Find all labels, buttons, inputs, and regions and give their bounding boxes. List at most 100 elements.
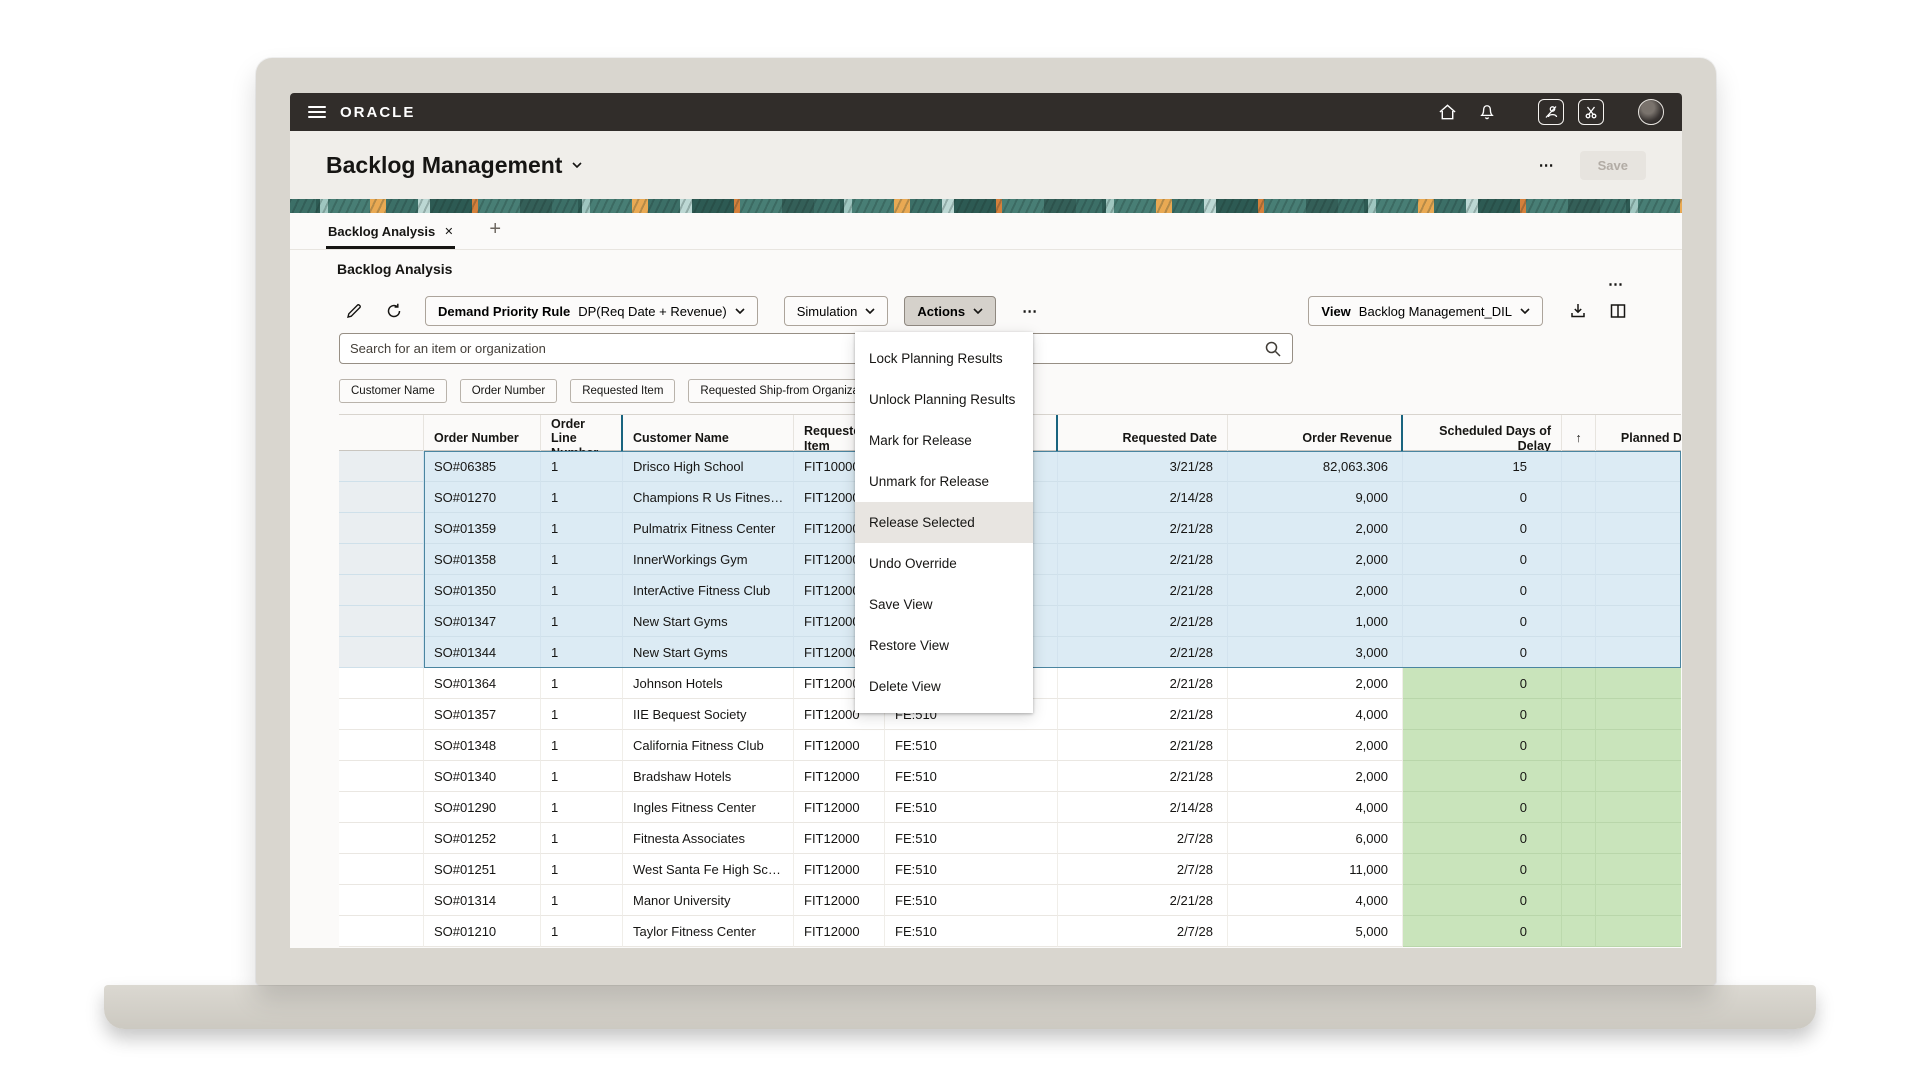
refresh-button[interactable] xyxy=(379,296,409,326)
table-cell: 1 xyxy=(541,823,623,854)
row-selector-cell[interactable] xyxy=(339,513,424,544)
table-cell: SO#06385 xyxy=(424,451,541,482)
table-row[interactable]: SO#012101Taylor Fitness CenterFIT12000FE… xyxy=(339,916,1681,947)
table-cell: 2/7/28 xyxy=(1058,854,1228,885)
table-cell xyxy=(1596,575,1681,606)
toolbar-more-button[interactable]: ⋯ xyxy=(1016,298,1045,324)
table-row[interactable]: SO#013481California Fitness ClubFIT12000… xyxy=(339,730,1681,761)
table-cell: 2/14/28 xyxy=(1058,482,1228,513)
table-cell: IIE Bequest Society xyxy=(623,699,794,730)
row-selector-cell[interactable] xyxy=(339,885,424,916)
row-selector-cell[interactable] xyxy=(339,637,424,668)
simulation-dropdown[interactable]: Simulation xyxy=(784,296,889,326)
table-cell: 0 xyxy=(1403,761,1562,792)
row-selector-cell[interactable] xyxy=(339,916,424,947)
chevron-down-icon xyxy=(865,308,875,314)
scissors-button[interactable] xyxy=(1578,99,1604,125)
table-cell xyxy=(1562,761,1596,792)
person-slash-button[interactable] xyxy=(1538,99,1564,125)
table-cell: FE:510 xyxy=(885,761,1058,792)
table-cell xyxy=(1562,637,1596,668)
menu-item[interactable]: Restore View xyxy=(855,625,1033,666)
table-cell: 2,000 xyxy=(1228,730,1403,761)
filter-chip[interactable]: Order Number xyxy=(460,379,558,403)
row-selector-cell[interactable] xyxy=(339,699,424,730)
table-row[interactable]: SO#013141Manor UniversityFIT12000FE:5102… xyxy=(339,885,1681,916)
page-title[interactable]: Backlog Management xyxy=(326,152,582,179)
table-cell: 9,000 xyxy=(1228,482,1403,513)
table-cell xyxy=(1562,451,1596,482)
table-cell: Pulmatrix Fitness Center xyxy=(623,513,794,544)
table-row[interactable]: SO#013401Bradshaw HotelsFIT12000FE:5102/… xyxy=(339,761,1681,792)
table-cell: SO#01347 xyxy=(424,606,541,637)
search-icon[interactable] xyxy=(1264,340,1282,358)
table-cell: 1 xyxy=(541,606,623,637)
tab-bar: Backlog Analysis ✕ + xyxy=(290,213,1682,250)
home-icon xyxy=(1438,103,1457,121)
table-row[interactable]: SO#012901Ingles Fitness CenterFIT12000FE… xyxy=(339,792,1681,823)
menu-item[interactable]: Lock Planning Results xyxy=(855,338,1033,379)
table-cell: SO#01357 xyxy=(424,699,541,730)
row-selector-cell[interactable] xyxy=(339,451,424,482)
filter-chip[interactable]: Customer Name xyxy=(339,379,447,403)
tab-close-icon[interactable]: ✕ xyxy=(444,225,453,238)
menu-item[interactable]: Mark for Release xyxy=(855,420,1033,461)
table-cell xyxy=(1562,916,1596,947)
table-cell: 1 xyxy=(541,668,623,699)
table-cell: 2/21/28 xyxy=(1058,699,1228,730)
table-cell: 0 xyxy=(1403,823,1562,854)
row-selector-cell[interactable] xyxy=(339,544,424,575)
menu-item[interactable]: Save View xyxy=(855,584,1033,625)
notifications-button[interactable] xyxy=(1474,99,1500,125)
row-selector-cell[interactable] xyxy=(339,606,424,637)
row-selector-cell[interactable] xyxy=(339,575,424,606)
table-cell: 3,000 xyxy=(1228,637,1403,668)
table-cell: 1 xyxy=(541,451,623,482)
actions-dropdown[interactable]: Actions xyxy=(904,296,996,326)
row-selector-cell[interactable] xyxy=(339,823,424,854)
save-button[interactable]: Save xyxy=(1580,151,1646,180)
menu-item[interactable]: Unlock Planning Results xyxy=(855,379,1033,420)
edit-button[interactable] xyxy=(339,296,369,326)
search-input[interactable] xyxy=(350,341,1264,356)
table-cell xyxy=(1596,792,1681,823)
row-selector-cell[interactable] xyxy=(339,482,424,513)
table-cell: 2/21/28 xyxy=(1058,637,1228,668)
table-cell: 2/21/28 xyxy=(1058,513,1228,544)
row-selector-cell[interactable] xyxy=(339,792,424,823)
menu-item[interactable]: Unmark for Release xyxy=(855,461,1033,502)
table-cell: 4,000 xyxy=(1228,885,1403,916)
table-cell: SO#01359 xyxy=(424,513,541,544)
table-cell: Champions R Us Fitnes… xyxy=(623,482,794,513)
menu-item[interactable]: Undo Override xyxy=(855,543,1033,584)
hamburger-menu-icon[interactable] xyxy=(308,106,326,118)
row-selector-cell[interactable] xyxy=(339,668,424,699)
add-tab-button[interactable]: + xyxy=(481,216,509,249)
toolbar: Demand Priority Rule DP(Req Date + Reven… xyxy=(339,296,1633,326)
user-avatar[interactable] xyxy=(1638,99,1664,125)
row-selector-cell[interactable] xyxy=(339,854,424,885)
home-button[interactable] xyxy=(1434,99,1460,125)
table-cell: 5,000 xyxy=(1228,916,1403,947)
table-cell: 2/21/28 xyxy=(1058,730,1228,761)
section-more-button[interactable]: ⋯ xyxy=(1602,271,1631,297)
filter-chip[interactable]: Requested Item xyxy=(570,379,675,403)
row-selector-cell[interactable] xyxy=(339,761,424,792)
table-cell: 0 xyxy=(1403,916,1562,947)
row-selector-cell[interactable] xyxy=(339,730,424,761)
view-dropdown[interactable]: View Backlog Management_DIL xyxy=(1308,296,1543,326)
tab-backlog-analysis[interactable]: Backlog Analysis ✕ xyxy=(326,216,455,249)
table-cell: 1 xyxy=(541,637,623,668)
page-header: Backlog Management ⋯ Save xyxy=(290,131,1682,199)
table-cell: 2/21/28 xyxy=(1058,575,1228,606)
table-row[interactable]: SO#012521Fitnesta AssociatesFIT12000FE:5… xyxy=(339,823,1681,854)
table-row[interactable]: SO#012511West Santa Fe High Sc…FIT12000F… xyxy=(339,854,1681,885)
priority-rule-dropdown[interactable]: Demand Priority Rule DP(Req Date + Reven… xyxy=(425,296,758,326)
menu-item[interactable]: Delete View xyxy=(855,666,1033,707)
table-cell: SO#01252 xyxy=(424,823,541,854)
manage-columns-button[interactable] xyxy=(1603,296,1633,326)
table-cell: 2,000 xyxy=(1228,668,1403,699)
header-more-button[interactable]: ⋯ xyxy=(1533,152,1562,178)
download-button[interactable] xyxy=(1563,296,1593,326)
menu-item[interactable]: Release Selected xyxy=(855,502,1033,543)
